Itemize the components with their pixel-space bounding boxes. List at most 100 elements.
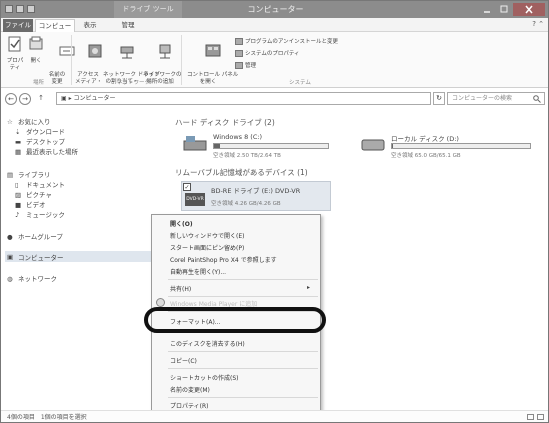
pictures-icon: ▨	[15, 190, 22, 199]
removable-group-header[interactable]: リムーバブル記憶域があるデバイス (1)	[175, 167, 308, 178]
manage-icon	[235, 61, 243, 69]
downloads-icon: ⇣	[15, 127, 21, 136]
manage-label: 管理	[245, 63, 257, 69]
tab-view[interactable]: 表示	[77, 19, 103, 32]
search-icon	[533, 95, 541, 103]
hdd-group-header[interactable]: ハード ディスク ドライブ (2)	[175, 117, 275, 128]
nav-libraries[interactable]: ▤ ライブラリ	[7, 169, 51, 180]
nav-recent-label: 最近表示した場所	[26, 148, 78, 156]
uninstall-program-button[interactable]: プログラムのアンインストールと変更	[235, 37, 338, 45]
drive-c-usage-fill	[214, 144, 220, 148]
open-button[interactable]: 開く	[27, 35, 45, 65]
drive-d-name[interactable]: ローカル ディスク (D:)	[391, 133, 459, 143]
search-input[interactable]: コンピューターの検索	[447, 92, 545, 105]
details-view-icon[interactable]	[527, 414, 534, 420]
documents-icon: ▯	[15, 180, 19, 189]
help-icon[interactable]: ? ⌃	[532, 20, 544, 28]
control-panel-label: コントロール パネル を開く	[187, 72, 239, 85]
properties-label: プロパティ	[6, 58, 24, 71]
check-document-icon	[8, 36, 21, 52]
drive-e-name[interactable]: BD-RE ドライブ (E:) DVD-VR	[211, 185, 300, 195]
drive-c-space: 空き領域 2.50 TB/2.64 TB	[213, 153, 281, 159]
menu-separator	[168, 296, 318, 297]
menu-properties[interactable]: プロパティ(R)	[170, 401, 209, 410]
drive-c-name[interactable]: Windows 8 (C:)	[213, 133, 262, 141]
properties-button[interactable]: プロパティ	[5, 35, 25, 72]
menu-erase-disc[interactable]: このディスクを消去する(H)	[170, 339, 245, 348]
nav-videos-label: ビデオ	[26, 201, 46, 209]
ribbon-divider	[71, 35, 72, 85]
drive-c-usage-bar	[213, 143, 329, 149]
network-icon: ◍	[7, 274, 13, 283]
search-placeholder: コンピューターの検索	[452, 95, 513, 102]
ribbon: プロパティ 開く 名前の 変更 アクセス メディア・ ネットワーク ドライブ の…	[1, 32, 548, 88]
minimize-button[interactable]	[479, 3, 495, 16]
close-button[interactable]	[513, 3, 545, 16]
nav-pictures[interactable]: ▨ ピクチャ	[15, 189, 52, 200]
view-toggle	[527, 414, 544, 420]
ribbon-divider	[181, 35, 182, 85]
menu-autoplay[interactable]: 自動再生を開く(Y)...	[170, 267, 226, 276]
nav-homegroup[interactable]: ● ホームグループ	[7, 231, 63, 242]
group-network-label: ネットワーク	[117, 80, 151, 86]
large-icons-view-icon[interactable]	[537, 414, 544, 420]
address-row: ← → ↑ ▣ ▸ コンピューター ↻ コンピューターの検索	[1, 90, 548, 108]
format-highlight-ring	[144, 307, 326, 333]
desktop-icon: ▬	[15, 137, 22, 146]
nav-recent[interactable]: ▦ 最近表示した場所	[15, 146, 78, 157]
computer-icon: ▣	[7, 253, 14, 261]
menu-create-shortcut[interactable]: ショートカットの作成(S)	[170, 373, 239, 382]
menu-corel[interactable]: Corel PaintShop Pro X4 で参照します	[170, 255, 277, 264]
address-path: コンピューター	[73, 95, 116, 102]
music-icon: ♪	[15, 210, 20, 219]
nav-videos[interactable]: ■ ビデオ	[15, 199, 46, 210]
checkbox-icon[interactable]: ✓	[183, 183, 191, 191]
nav-documents[interactable]: ▯ ドキュメント	[15, 179, 65, 190]
up-button[interactable]: ↑	[35, 93, 47, 105]
nav-documents-label: ドキュメント	[26, 181, 65, 189]
system-properties-button[interactable]: システムのプロパティ	[235, 49, 300, 57]
homegroup-icon: ●	[7, 232, 13, 241]
computer-icon: ▣ ▸	[61, 95, 74, 102]
status-text: 4個の項目 1個の項目を選択	[7, 414, 87, 421]
star-icon: ☆	[7, 117, 13, 126]
back-button[interactable]: ←	[5, 93, 17, 105]
network-location-icon	[159, 44, 171, 59]
rename-label: 名前の 変更	[48, 72, 66, 85]
open-icon	[29, 36, 43, 50]
nav-computer[interactable]: ▣ コンピューター	[5, 251, 151, 262]
menu-copy[interactable]: コピー(C)	[170, 356, 197, 365]
programs-icon	[235, 37, 243, 45]
media-icon	[88, 44, 101, 58]
menu-open-new-window[interactable]: 新しいウィンドウで開く(E)	[170, 231, 244, 240]
tab-manage[interactable]: 管理	[113, 19, 143, 32]
manage-button[interactable]: 管理	[235, 61, 256, 69]
nav-music[interactable]: ♪ ミュージック	[15, 209, 65, 220]
nav-network[interactable]: ◍ ネットワーク	[7, 273, 57, 284]
menu-separator	[168, 368, 318, 369]
local-disk-icon	[361, 139, 385, 151]
menu-open[interactable]: 開く(O)	[170, 219, 193, 228]
nav-desktop[interactable]: ▬ デスクトップ	[15, 136, 65, 147]
access-media-label: アクセス メディア・	[75, 72, 103, 85]
address-bar[interactable]: ▣ ▸ コンピューター	[56, 92, 431, 105]
maximize-button[interactable]	[496, 3, 512, 16]
tab-file[interactable]: ファイル	[3, 19, 33, 32]
title-bar: ドライブ ツール コンピューター	[1, 1, 548, 18]
nav-downloads[interactable]: ⇣ ダウンロード	[15, 126, 65, 137]
forward-button[interactable]: →	[19, 93, 31, 105]
dvd-drive-icon: DVD-VR	[185, 193, 205, 206]
menu-rename[interactable]: 名前の変更(M)	[170, 385, 210, 394]
windows-drive-icon	[183, 136, 207, 151]
system-icon	[235, 49, 243, 57]
menu-share[interactable]: 共有(H)	[170, 284, 191, 293]
tab-computer[interactable]: コンピューター	[35, 19, 75, 43]
menu-pin-start[interactable]: スタート画面にピン留め(P)	[170, 243, 244, 252]
group-system-label: システム	[289, 80, 311, 86]
uninstall-label: プログラムのアンインストールと変更	[245, 39, 339, 45]
drive-d-usage-fill	[392, 144, 394, 148]
refresh-button[interactable]: ↻	[433, 92, 445, 105]
library-icon: ▤	[7, 170, 14, 179]
nav-favorites[interactable]: ☆ お気に入り	[7, 116, 51, 127]
videos-icon: ■	[15, 200, 22, 209]
